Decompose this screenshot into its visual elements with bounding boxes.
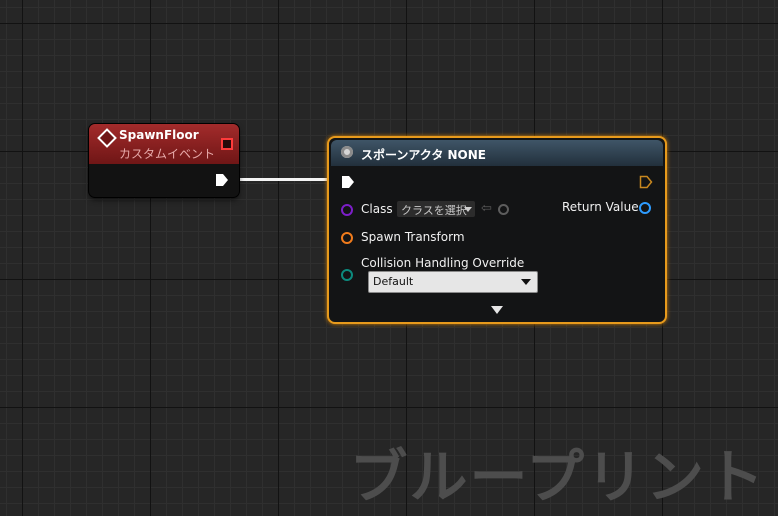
spawn-actor-node[interactable]: スポーンアクタ NONE Class クラスを選択 ⇦ Return Value… (327, 136, 667, 324)
event-node-subtitle: カスタムイベント (119, 147, 216, 161)
chevron-down-icon (464, 207, 472, 212)
collision-handling-dropdown[interactable]: Default (368, 271, 538, 293)
class-pin-label: Class (361, 202, 393, 216)
exec-output-pin-spawn[interactable] (639, 175, 653, 189)
spawn-node-header: スポーンアクタ NONE (331, 140, 663, 166)
spawn-node-title: スポーンアクタ NONE (361, 148, 486, 162)
blueprint-graph[interactable]: SpawnFloor カスタムイベント スポーンアクタ NONE Class ク… (0, 0, 778, 516)
return-value-pin[interactable] (639, 202, 651, 214)
class-selector-value: クラスを選択 (401, 204, 467, 217)
back-arrow-icon[interactable]: ⇦ (481, 201, 492, 216)
dropdown-arrow-icon (521, 279, 531, 285)
class-pin[interactable] (341, 204, 353, 216)
event-node-spawnfloor[interactable]: SpawnFloor カスタムイベント (89, 124, 239, 197)
blueprint-watermark: ブループリント (349, 443, 766, 511)
spawn-transform-pin[interactable] (341, 232, 353, 244)
collision-handling-label: Collision Handling Override (361, 256, 525, 270)
class-selector[interactable]: クラスを選択 (397, 201, 475, 217)
gear-icon (341, 146, 353, 158)
event-node-title: SpawnFloor (119, 128, 199, 142)
spawn-transform-label: Spawn Transform (361, 230, 465, 244)
expand-arrow-icon[interactable] (491, 306, 503, 314)
exec-output-pin[interactable] (215, 173, 229, 187)
event-diamond-icon (97, 128, 117, 148)
delegate-output-pin[interactable] (221, 138, 233, 150)
search-icon[interactable] (498, 204, 509, 215)
exec-wire (228, 178, 332, 181)
collision-handling-pin[interactable] (341, 269, 353, 281)
collision-handling-value: Default (373, 275, 414, 288)
exec-input-pin[interactable] (341, 175, 355, 189)
return-value-label: Return Value (562, 200, 639, 214)
event-node-header: SpawnFloor カスタムイベント (89, 124, 239, 164)
